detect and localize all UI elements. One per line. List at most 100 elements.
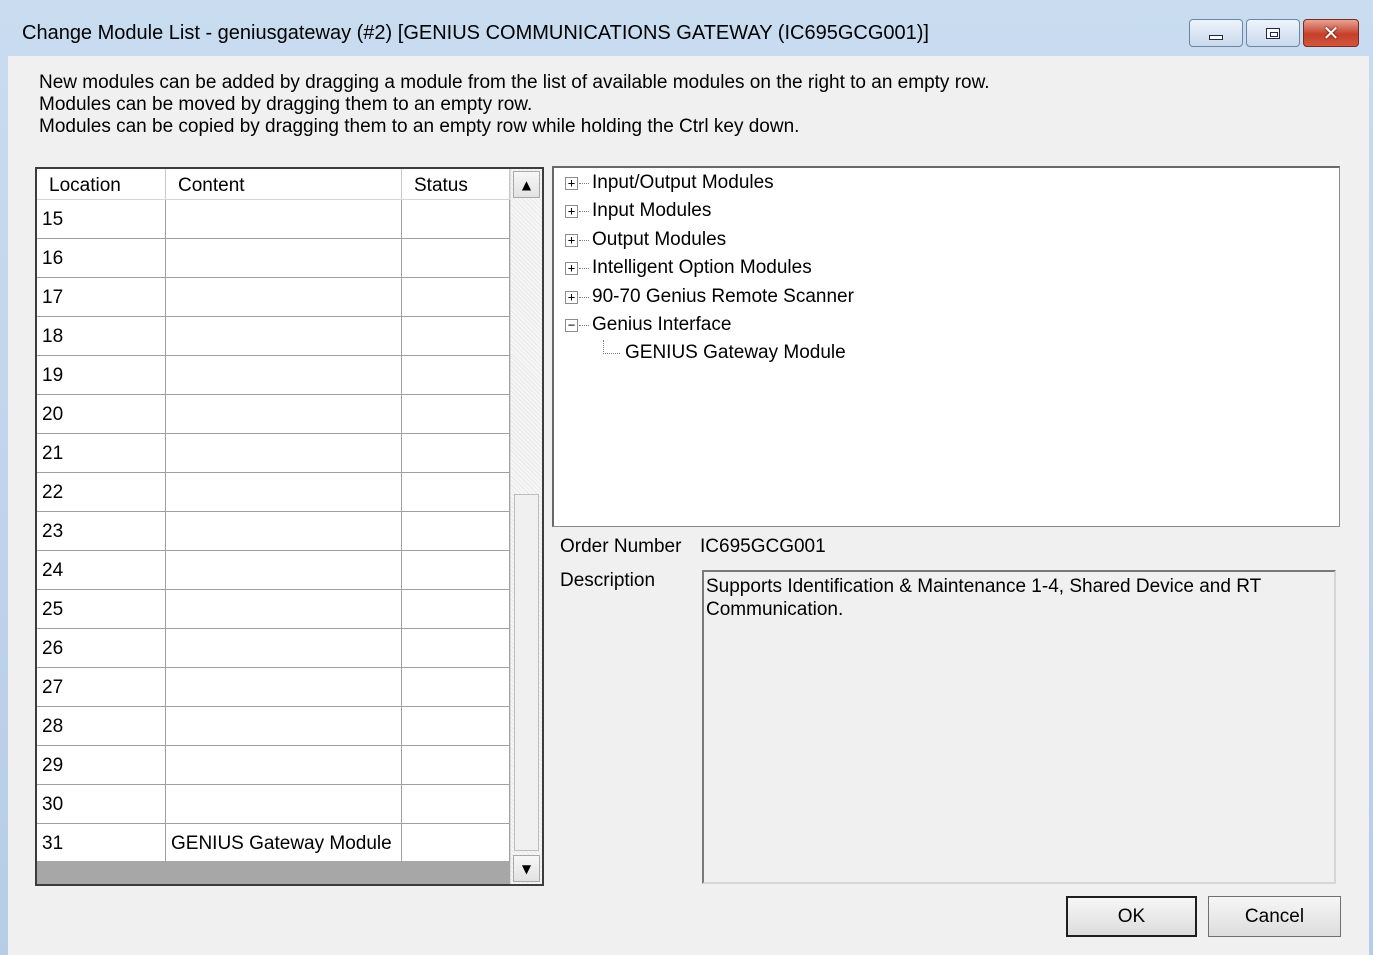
table-row[interactable]: 24 [37,551,510,590]
minimize-button[interactable] [1189,19,1243,47]
content-cell[interactable] [166,629,402,667]
status-cell[interactable] [402,200,510,238]
table-row[interactable]: 16 [37,239,510,278]
grid-vertical-scrollbar[interactable]: ▲ ▼ [510,169,542,884]
table-row[interactable]: 19 [37,356,510,395]
available-modules-tree[interactable]: + Input/Output Modules + Input Modules + Outp… [552,166,1340,527]
status-cell[interactable] [402,551,510,589]
table-row[interactable]: 26 [37,629,510,668]
tree-node-label[interactable]: Input Modules [592,198,711,224]
column-header-status[interactable]: Status [402,169,510,199]
tree-node-label[interactable]: Genius Interface [592,312,731,338]
location-cell[interactable]: 31 [37,824,166,862]
tree-node-label[interactable]: Intelligent Option Modules [592,255,812,281]
status-cell[interactable] [402,668,510,706]
location-cell[interactable]: 21 [37,434,166,472]
location-cell[interactable]: 28 [37,707,166,745]
expand-icon[interactable]: + [565,290,578,304]
location-cell[interactable]: 24 [37,551,166,589]
module-location-grid[interactable]: Location Content Status 15 16 17 18 19 20 21 22… [35,167,544,886]
tree-leaf-label[interactable]: GENIUS Gateway Module [625,340,846,366]
cancel-button[interactable]: Cancel [1208,896,1341,937]
table-row[interactable]: 21 [37,434,510,473]
tree-node-label[interactable]: 90-70 Genius Remote Scanner [592,284,854,310]
location-cell[interactable]: 16 [37,239,166,277]
table-row[interactable]: 28 [37,707,510,746]
location-cell[interactable]: 20 [37,395,166,433]
status-cell[interactable] [402,356,510,394]
content-cell[interactable] [166,512,402,550]
title-bar[interactable]: Change Module List - geniusgateway (#2) … [0,0,1373,56]
table-row[interactable]: 18 [37,317,510,356]
content-cell[interactable] [166,746,402,784]
location-cell[interactable]: 26 [37,629,166,667]
maximize-button[interactable] [1246,19,1300,47]
status-cell[interactable] [402,512,510,550]
location-cell[interactable]: 23 [37,512,166,550]
collapse-icon[interactable]: − [565,319,578,332]
content-cell[interactable] [166,356,402,394]
status-cell[interactable] [402,395,510,433]
tree-node-label[interactable]: Input/Output Modules [592,170,774,196]
expand-icon[interactable]: + [565,205,578,219]
status-cell[interactable] [402,707,510,745]
dialog-client-area: New modules can be added by dragging a m… [8,56,1369,955]
status-cell[interactable] [402,434,510,472]
table-row[interactable]: 23 [37,512,510,551]
location-cell[interactable]: 22 [37,473,166,511]
status-cell[interactable] [402,629,510,667]
table-row[interactable]: 25 [37,590,510,629]
content-cell[interactable] [166,707,402,745]
status-cell[interactable] [402,473,510,511]
order-number-value: IC695GCG001 [700,536,826,557]
status-cell[interactable] [402,590,510,628]
table-row[interactable]: 30 [37,785,510,824]
content-cell[interactable]: GENIUS Gateway Module [166,824,402,862]
status-cell[interactable] [402,824,510,862]
status-cell[interactable] [402,278,510,316]
scrollbar-thumb[interactable] [514,494,539,851]
table-row[interactable]: 17 [37,278,510,317]
content-cell[interactable] [166,785,402,823]
content-cell[interactable] [166,200,402,238]
content-cell[interactable] [166,590,402,628]
location-cell[interactable]: 15 [37,200,166,238]
order-number-label: Order Number [560,536,682,557]
content-cell[interactable] [166,239,402,277]
content-cell[interactable] [166,317,402,355]
close-button[interactable]: ✕ [1303,19,1359,47]
table-row[interactable]: 15 [37,200,510,239]
status-cell[interactable] [402,746,510,784]
tree-node-label[interactable]: Output Modules [592,227,726,253]
location-cell[interactable]: 25 [37,590,166,628]
scroll-down-arrow-icon[interactable]: ▼ [513,855,540,882]
content-cell[interactable] [166,668,402,706]
status-cell[interactable] [402,239,510,277]
table-row[interactable]: 22 [37,473,510,512]
table-row[interactable]: 20 [37,395,510,434]
status-cell[interactable] [402,317,510,355]
location-cell[interactable]: 30 [37,785,166,823]
location-cell[interactable]: 27 [37,668,166,706]
expand-icon[interactable]: + [565,177,578,190]
content-cell[interactable] [166,434,402,472]
table-row[interactable]: 31 GENIUS Gateway Module [37,824,510,863]
content-cell[interactable] [166,473,402,511]
content-cell[interactable] [166,278,402,316]
description-textbox[interactable]: Supports Identification & Maintenance 1-… [702,570,1336,884]
expand-icon[interactable]: + [565,233,578,247]
content-cell[interactable] [166,395,402,433]
location-cell[interactable]: 19 [37,356,166,394]
table-row[interactable]: 27 [37,668,510,707]
location-cell[interactable]: 18 [37,317,166,355]
ok-button[interactable]: OK [1066,896,1197,937]
content-cell[interactable] [166,551,402,589]
status-cell[interactable] [402,785,510,823]
location-cell[interactable]: 29 [37,746,166,784]
column-header-location[interactable]: Location [37,169,166,199]
scroll-up-arrow-icon[interactable]: ▲ [513,171,540,198]
location-cell[interactable]: 17 [37,278,166,316]
expand-icon[interactable]: + [565,262,578,276]
table-row[interactable]: 29 [37,746,510,785]
column-header-content[interactable]: Content [166,169,402,199]
